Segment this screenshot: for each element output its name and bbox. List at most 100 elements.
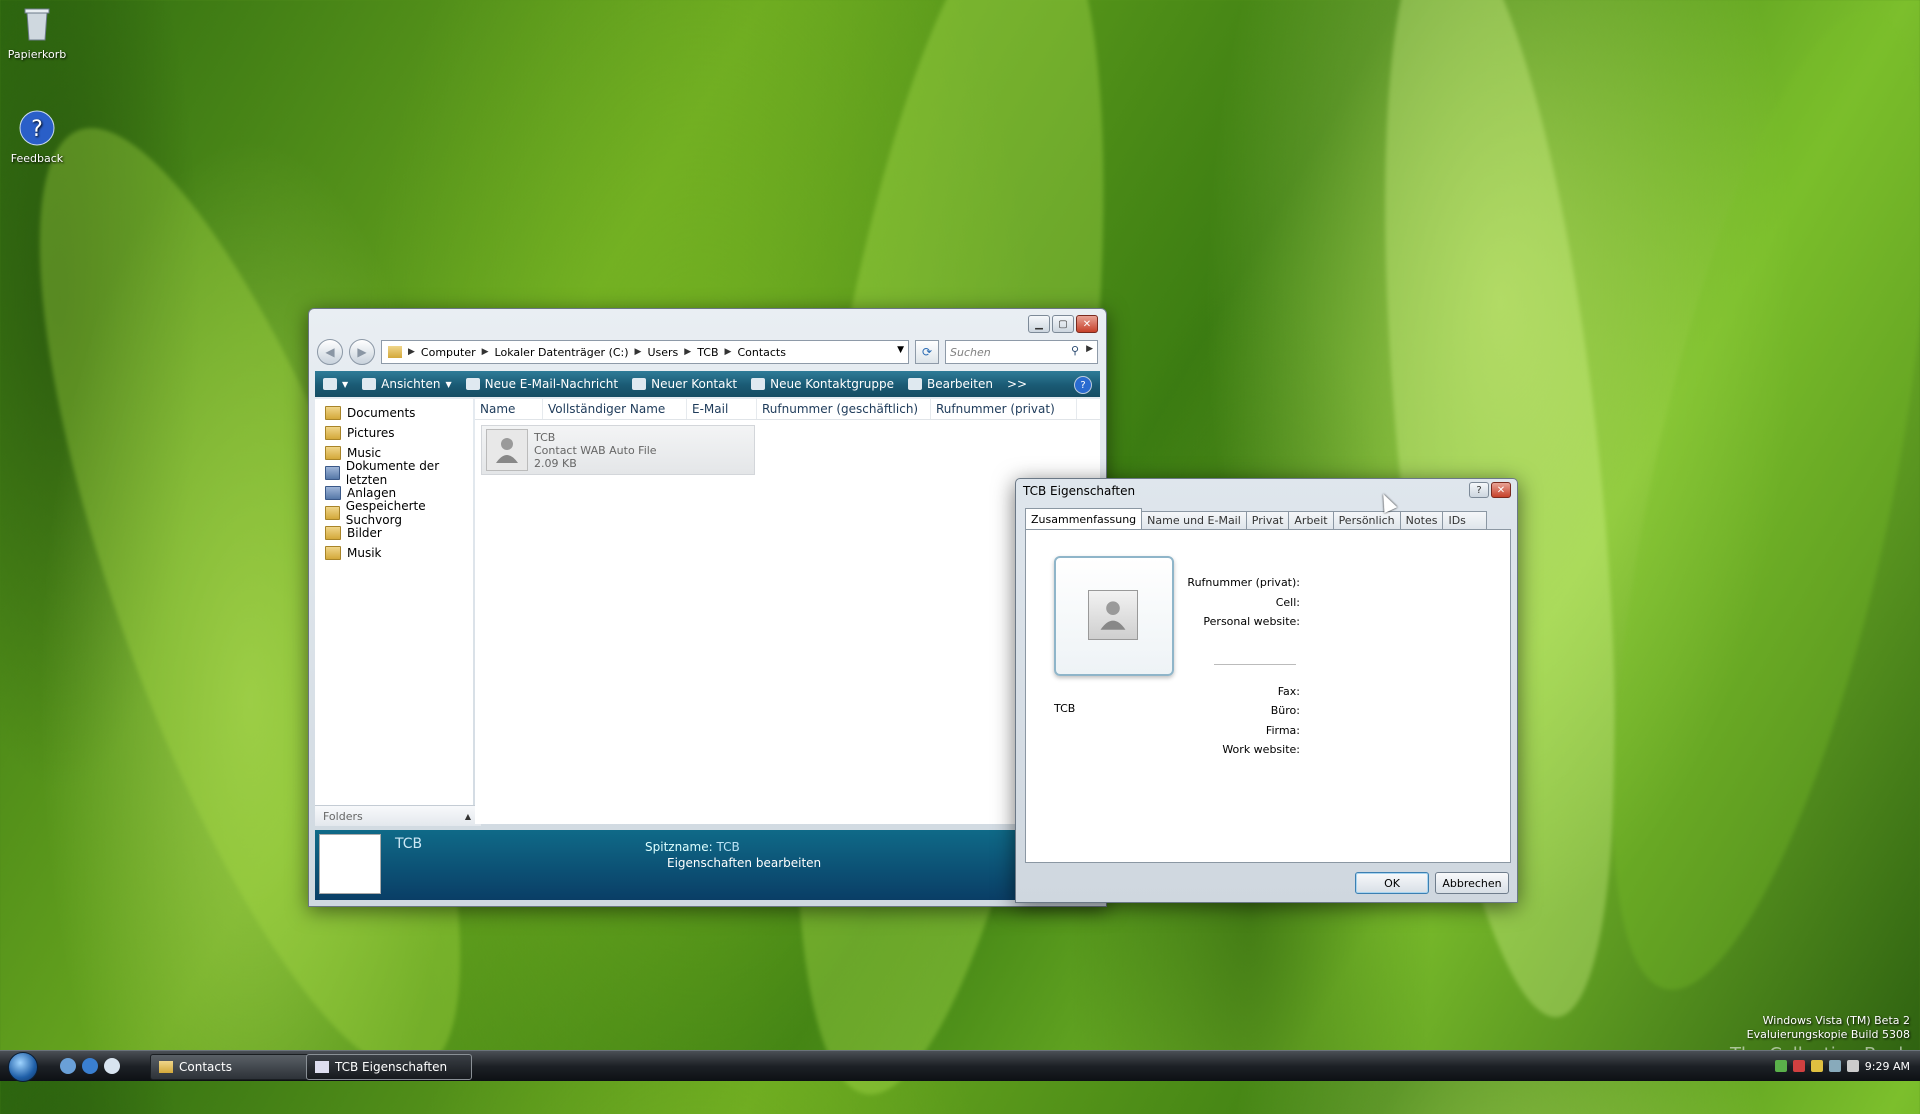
tab-home[interactable]: Privat [1245, 511, 1290, 529]
volume-icon[interactable] [1846, 1060, 1859, 1072]
update-icon[interactable] [1810, 1060, 1823, 1072]
views-label-button[interactable]: Ansichten ▼ [362, 377, 452, 391]
display-icon[interactable] [1828, 1060, 1841, 1072]
back-button[interactable]: ◀ [317, 339, 343, 365]
nav-item-recent-documents[interactable]: Dokumente der letzten [315, 459, 473, 487]
file-name: TCB [534, 430, 556, 444]
minimize-button[interactable]: ▁ [1028, 315, 1050, 333]
address-bar[interactable]: ▶ Computer ▶ Lokaler Datenträger (C:) ▶ … [381, 340, 909, 364]
clock[interactable]: 9:29 AM [1865, 1060, 1910, 1073]
column-header-business-phone[interactable]: Rufnummer (geschäftlich) [757, 399, 931, 419]
nav-item-saved-searches[interactable]: Gespeicherte Suchvorg [315, 499, 473, 527]
nav-item-label: Anlagen [347, 486, 397, 500]
new-email-label: Neue E-Mail-Nachricht [484, 377, 619, 391]
internet-explorer-icon[interactable] [82, 1058, 98, 1074]
ok-button[interactable]: OK [1355, 872, 1429, 894]
chevron-up-icon: ▲ [464, 811, 471, 821]
refresh-button[interactable]: ⟳ [915, 340, 939, 364]
search-input[interactable]: Suchen ⚲ ▶ [945, 340, 1098, 364]
tab-ids[interactable]: IDs [1442, 511, 1487, 529]
dialog-help-button[interactable]: ? [1469, 482, 1489, 498]
maximize-button[interactable]: ▢ [1052, 315, 1074, 333]
show-desktop-icon[interactable] [60, 1058, 76, 1074]
views-icon [323, 378, 337, 390]
breadcrumb-users[interactable]: Users [647, 346, 678, 359]
search-options-icon[interactable]: ▶ [1086, 344, 1093, 354]
start-button[interactable] [8, 1052, 38, 1082]
details-pane: TCB Spitzname: TCB Eigenschaften bearbei… [315, 830, 1100, 900]
edit-label: Bearbeiten [927, 377, 993, 391]
tab-personal[interactable]: Persönlich [1332, 511, 1401, 529]
dialog-close-button[interactable]: ✕ [1491, 482, 1511, 498]
folder-icon [325, 426, 341, 440]
nav-item-musik[interactable]: Musik [315, 543, 473, 563]
breadcrumb-separator-icon: ▶ [408, 347, 415, 357]
tab-work[interactable]: Arbeit [1288, 511, 1334, 529]
field-fax: Fax: [1277, 685, 1300, 698]
new-contact-label: Neuer Kontakt [651, 377, 738, 391]
nav-item-label: Musik [347, 546, 382, 560]
folder-icon [325, 406, 341, 420]
close-button[interactable]: ✕ [1076, 315, 1098, 333]
address-dropdown-icon[interactable]: ▼ [897, 345, 904, 355]
more-commands-button[interactable]: >> [1007, 377, 1027, 391]
breadcrumb-drive[interactable]: Lokaler Datenträger (C:) [495, 346, 629, 359]
field-office: Büro: [1270, 704, 1300, 717]
breadcrumb-separator-icon: ▶ [684, 347, 692, 357]
edit-button[interactable]: Bearbeiten [908, 377, 993, 391]
file-size: 2.09 KB [534, 456, 577, 470]
section-divider [1214, 664, 1296, 665]
column-header-full-name[interactable]: Vollständiger Name [543, 399, 687, 419]
contact-photo-frame[interactable] [1054, 556, 1174, 676]
column-header-email[interactable]: E-Mail [687, 399, 757, 419]
security-icon[interactable] [1792, 1060, 1805, 1072]
network-icon[interactable] [1774, 1060, 1787, 1072]
column-header-home-phone[interactable]: Rufnummer (privat) [931, 399, 1077, 419]
taskbar-item-label: TCB Eigenschaften [335, 1060, 448, 1074]
dialog-tabs: Zusammenfassung Name und E-Mail Privat A… [1025, 508, 1487, 529]
desktop-icon-recycle-bin[interactable]: Papierkorb [2, 4, 72, 61]
chevron-down-icon: ▼ [445, 379, 452, 389]
taskbar-item-contacts[interactable]: Contacts [150, 1054, 310, 1080]
search-icon[interactable]: ⚲ [1071, 344, 1079, 357]
forward-button[interactable]: ▶ [349, 339, 375, 365]
help-button[interactable]: ? [1074, 376, 1092, 394]
tab-summary[interactable]: Zusammenfassung [1025, 508, 1143, 529]
folders-toggle[interactable]: Folders ▲ [315, 805, 481, 826]
taskbar-item-properties[interactable]: TCB Eigenschaften [306, 1054, 472, 1080]
breadcrumb-contacts[interactable]: Contacts [737, 346, 786, 359]
edit-properties-link[interactable]: Eigenschaften bearbeiten [667, 856, 821, 870]
list-icon [362, 378, 377, 390]
breadcrumb-separator-icon: ▶ [481, 347, 489, 357]
contact-properties-dialog: TCB Eigenschaften ? ✕ Zusammenfassung Na… [1015, 478, 1518, 903]
column-headers: Name Vollständiger Name E-Mail Rufnummer… [475, 399, 1100, 420]
tab-notes[interactable]: Notes [1399, 511, 1444, 529]
nav-item-documents[interactable]: Documents [315, 403, 473, 423]
taskbar-item-label: Contacts [179, 1060, 232, 1074]
views-button[interactable]: ▼ [323, 378, 348, 390]
contact-icon [632, 378, 647, 390]
cancel-button[interactable]: Abbrechen [1435, 872, 1509, 894]
field-work-website: Work website: [1222, 743, 1300, 756]
breadcrumb-tcb[interactable]: TCB [697, 346, 718, 359]
new-email-button[interactable]: Neue E-Mail-Nachricht [465, 377, 619, 391]
folder-icon [325, 466, 340, 480]
breadcrumb-computer[interactable]: Computer [421, 346, 476, 359]
media-player-icon[interactable] [104, 1058, 120, 1074]
new-contact-button[interactable]: Neuer Kontakt [632, 377, 737, 391]
quick-launch [60, 1058, 120, 1074]
tab-name-email[interactable]: Name und E-Mail [1141, 511, 1247, 529]
window-caption-buttons: ▁ ▢ ✕ [1028, 315, 1098, 333]
recycle-bin-icon [17, 4, 57, 44]
list-item[interactable]: TCB Contact WAB Auto File 2.09 KB [481, 425, 755, 475]
contacts-explorer-window: ▁ ▢ ✕ ◀ ▶ ▶ Computer ▶ Lokaler Datenträg… [308, 308, 1107, 907]
new-group-button[interactable]: Neue Kontaktgruppe [751, 377, 894, 391]
desktop-icon-label: Feedback [10, 152, 64, 165]
contact-avatar-icon [486, 429, 528, 471]
nav-item-pictures[interactable]: Pictures [315, 423, 473, 443]
system-tray: 9:29 AM [1720, 1051, 1920, 1081]
contacts-folder-icon [388, 346, 402, 358]
desktop-icon-feedback[interactable]: ? Feedback [2, 108, 72, 165]
field-personal-website: Personal website: [1203, 615, 1300, 628]
column-header-name[interactable]: Name [475, 399, 543, 419]
